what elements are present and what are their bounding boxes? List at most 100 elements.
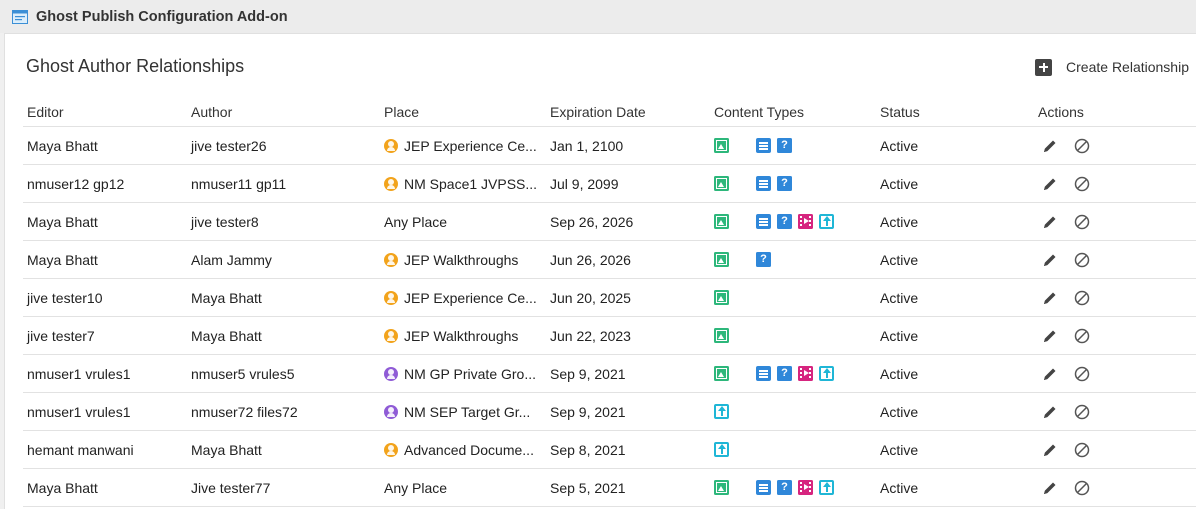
actions-cell <box>1034 278 1196 317</box>
document-icon <box>735 252 750 267</box>
actions-cell <box>1034 316 1196 355</box>
expiration-cell: Jul 9, 2099 <box>546 164 710 203</box>
expiration-cell: Sep 5, 2021 <box>546 468 710 507</box>
row-actions <box>1038 138 1196 154</box>
column-header-expiration[interactable]: Expiration Date <box>546 98 710 127</box>
actions-cell <box>1034 126 1196 165</box>
create-relationship-button[interactable]: Create Relationship <box>1035 56 1189 78</box>
content-type-icons: ? <box>714 252 876 267</box>
status-cell: Active <box>876 240 1034 279</box>
column-header-status[interactable]: Status <box>876 98 1034 127</box>
disable-icon[interactable] <box>1074 442 1090 458</box>
place-cell: JEP Experience Ce... <box>380 278 546 317</box>
table-row: Maya Bhatt jive tester8 Any Place Sep 26, 2… <box>23 202 1196 241</box>
editor-cell: Maya Bhatt <box>23 468 187 507</box>
row-actions <box>1038 480 1196 496</box>
content-type-icons <box>714 328 876 343</box>
content-types-cell: ? <box>710 202 876 241</box>
space-icon <box>384 290 398 305</box>
editor-cell: nmuser1 vrules1 <box>23 354 187 393</box>
disable-icon[interactable] <box>1074 138 1090 154</box>
content-types-cell: ? <box>710 126 876 165</box>
disable-icon[interactable] <box>1074 290 1090 306</box>
table-row: Maya Bhatt Jive tester77 Any Place Sep 5, 2… <box>23 468 1196 507</box>
actions-cell <box>1034 430 1196 469</box>
column-header-author[interactable]: Author <box>187 98 380 127</box>
edit-pencil-icon[interactable] <box>1042 404 1058 420</box>
place-wrap: NM Space1 JVPSS... <box>384 176 546 192</box>
place-label[interactable]: JEP Experience Ce... <box>404 290 537 306</box>
place-wrap: NM SEP Target Gr... <box>384 404 546 420</box>
disable-icon[interactable] <box>1074 176 1090 192</box>
edit-pencil-icon[interactable] <box>1042 480 1058 496</box>
edit-pencil-icon[interactable] <box>1042 252 1058 268</box>
table-header-row: Editor Author Place Expiration Date Cont… <box>23 98 1196 127</box>
disable-icon[interactable] <box>1074 214 1090 230</box>
edit-pencil-icon[interactable] <box>1042 442 1058 458</box>
place-label[interactable]: JEP Experience Ce... <box>404 138 537 154</box>
content-type-icons <box>714 404 876 419</box>
author-cell: Maya Bhatt <box>187 278 380 317</box>
row-actions <box>1038 404 1196 420</box>
discussion-icon <box>756 214 771 229</box>
editor-cell: Maya Bhatt <box>23 240 187 279</box>
content-type-icons: ? <box>714 176 876 191</box>
window-icon <box>12 9 28 24</box>
author-cell: jive tester26 <box>187 126 380 165</box>
status-cell: Active <box>876 164 1034 203</box>
file-upload-icon <box>819 214 834 229</box>
edit-pencil-icon[interactable] <box>1042 214 1058 230</box>
image-icon <box>714 328 729 343</box>
edit-pencil-icon[interactable] <box>1042 328 1058 344</box>
row-actions <box>1038 176 1196 192</box>
column-header-place[interactable]: Place <box>380 98 546 127</box>
content-types-cell <box>710 316 876 355</box>
expiration-cell: Sep 8, 2021 <box>546 430 710 469</box>
disable-icon[interactable] <box>1074 328 1090 344</box>
table-row: hemant manwani Maya Bhatt Advanced Docume.… <box>23 430 1196 469</box>
edit-pencil-icon[interactable] <box>1042 366 1058 382</box>
disable-icon[interactable] <box>1074 480 1090 496</box>
column-header-content-types: Content Types <box>710 98 876 127</box>
place-label[interactable]: JEP Walkthroughs <box>404 252 518 268</box>
place-label[interactable]: NM GP Private Gro... <box>404 366 536 382</box>
content-type-icons: ? <box>714 480 876 495</box>
place-cell: Any Place <box>380 468 546 507</box>
place-label[interactable]: JEP Walkthroughs <box>404 328 518 344</box>
place-label[interactable]: NM Space1 JVPSS... <box>404 176 537 192</box>
place-label[interactable]: Any Place <box>384 214 447 230</box>
document-icon <box>735 214 750 229</box>
space-icon <box>384 328 398 343</box>
disable-icon[interactable] <box>1074 252 1090 268</box>
status-cell: Active <box>876 430 1034 469</box>
image-icon <box>714 214 729 229</box>
disable-icon[interactable] <box>1074 404 1090 420</box>
actions-cell <box>1034 240 1196 279</box>
space-icon <box>384 176 398 191</box>
edit-pencil-icon[interactable] <box>1042 138 1058 154</box>
status-cell: Active <box>876 354 1034 393</box>
edit-pencil-icon[interactable] <box>1042 176 1058 192</box>
place-cell: NM SEP Target Gr... <box>380 392 546 431</box>
table-row: Maya Bhatt Alam Jammy JEP Walkthroughs Jun … <box>23 240 1196 279</box>
disable-icon[interactable] <box>1074 366 1090 382</box>
document-icon <box>735 366 750 381</box>
file-upload-icon <box>819 480 834 495</box>
file-upload-icon <box>714 404 729 419</box>
content-type-icons <box>714 290 876 305</box>
column-header-editor[interactable]: Editor <box>23 98 187 127</box>
editor-cell: hemant manwani <box>23 430 187 469</box>
discussion-icon <box>756 366 771 381</box>
question-icon: ? <box>756 252 771 267</box>
document-icon <box>735 328 750 343</box>
content-type-icons: ? <box>714 366 876 381</box>
plus-square-icon <box>1035 58 1053 76</box>
place-wrap: Any Place <box>384 214 546 230</box>
table-row: nmuser1 vrules1 nmuser72 files72 NM SEP Ta… <box>23 392 1196 431</box>
place-label[interactable]: Advanced Docume... <box>404 442 534 458</box>
place-label[interactable]: Any Place <box>384 480 447 496</box>
edit-pencil-icon[interactable] <box>1042 290 1058 306</box>
image-icon <box>714 138 729 153</box>
place-cell: JEP Walkthroughs <box>380 240 546 279</box>
place-label[interactable]: NM SEP Target Gr... <box>404 404 530 420</box>
